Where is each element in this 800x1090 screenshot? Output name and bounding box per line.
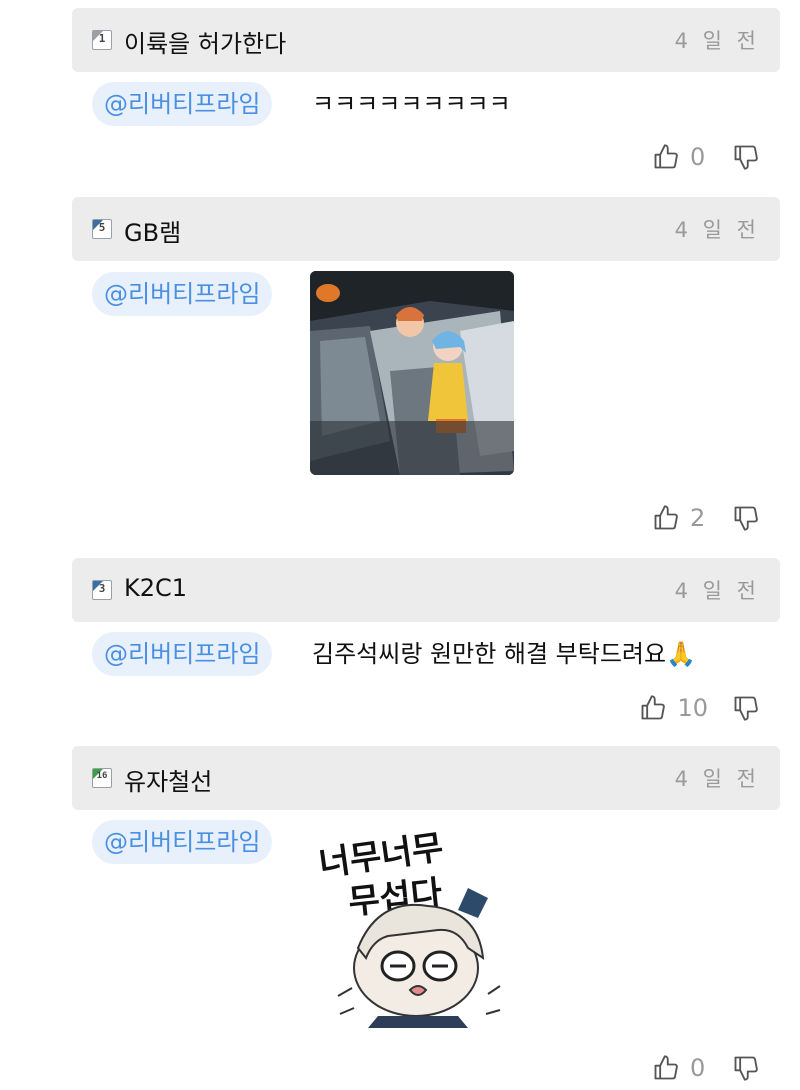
author-nickname[interactable]: 이륙을 허가한다	[124, 24, 286, 59]
thumbs-down-icon[interactable]	[732, 504, 760, 532]
thumbs-down-icon[interactable]	[732, 1054, 760, 1082]
comment-text: ㅋㅋㅋㅋㅋㅋㅋㅋㅋ	[312, 90, 511, 118]
like-count: 0	[690, 1054, 706, 1082]
reaction-bar: 0	[652, 1052, 760, 1084]
like-count: 2	[690, 504, 706, 532]
comment-timestamp: 4 일 전	[674, 767, 760, 791]
comment-text: 김주석씨랑 원만한 해결 부탁드려요🙏	[312, 640, 696, 668]
comment-image[interactable]	[310, 271, 514, 475]
like-count: 0	[690, 143, 706, 171]
level-badge-icon: 1	[92, 30, 112, 50]
comment-header: 5 GB램 4 일 전	[72, 197, 780, 261]
thumbs-up-icon[interactable]	[652, 504, 680, 532]
author-nickname[interactable]: K2C1	[124, 574, 187, 602]
mention-tag[interactable]: @리버티프라임	[92, 82, 273, 126]
reaction-bar: 0	[652, 141, 760, 173]
reaction-bar: 10	[639, 692, 760, 724]
mention-tag[interactable]: @리버티프라임	[92, 632, 273, 676]
thumbs-up-icon[interactable]	[639, 694, 667, 722]
comment-header: 1 이륙을 허가한다 4 일 전	[72, 8, 780, 72]
comment-timestamp: 4 일 전	[674, 218, 760, 242]
author-nickname[interactable]: 유자철선	[124, 762, 212, 797]
like-count: 10	[677, 694, 708, 722]
mention-tag[interactable]: @리버티프라임	[92, 272, 273, 316]
comment-timestamp: 4 일 전	[674, 579, 760, 603]
level-badge-icon: 5	[92, 219, 112, 239]
comment-header: 3 K2C1 4 일 전	[72, 558, 780, 622]
comment-header: 16 유자철선 4 일 전	[72, 746, 780, 810]
comment-sticker[interactable]: 너무너무 무섭다	[318, 818, 514, 1028]
level-badge-icon: 16	[92, 768, 112, 788]
author-nickname[interactable]: GB램	[124, 213, 181, 248]
comment-timestamp: 4 일 전	[674, 29, 760, 53]
mention-tag[interactable]: @리버티프라임	[92, 820, 273, 864]
thumbs-up-icon[interactable]	[652, 1054, 680, 1082]
reaction-bar: 2	[652, 502, 760, 534]
thumbs-up-icon[interactable]	[652, 143, 680, 171]
thumbs-down-icon[interactable]	[732, 694, 760, 722]
sticker-character-icon	[337, 888, 501, 1028]
thumbs-down-icon[interactable]	[732, 143, 760, 171]
level-badge-icon: 3	[92, 580, 112, 600]
